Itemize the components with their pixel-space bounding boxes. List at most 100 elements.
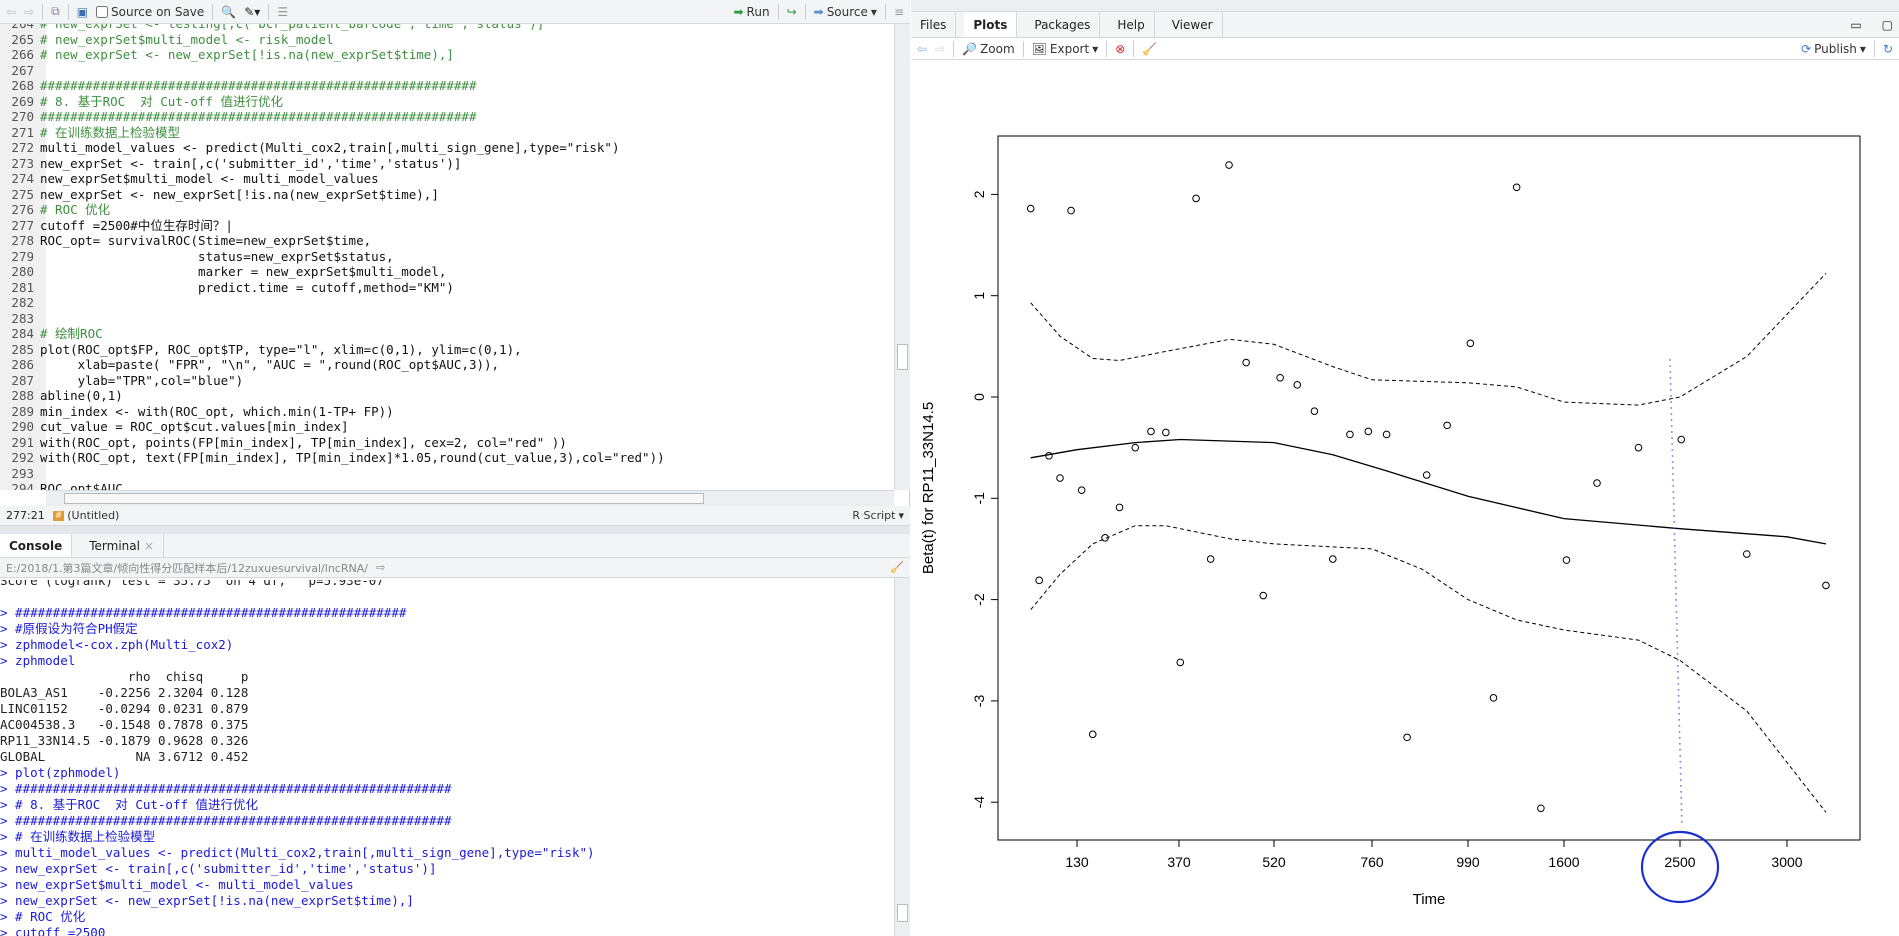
code-text: # ROC 优化 xyxy=(40,202,111,217)
code-line[interactable]: 288 abline(0,1) xyxy=(0,388,122,404)
minimize-icon[interactable]: ▭ xyxy=(1844,18,1867,32)
code-line[interactable]: 273 new_exprSet <- train[,c('submitter_id… xyxy=(0,156,461,172)
document-outline-icon[interactable]: ≡ xyxy=(894,5,904,19)
files-plots-tabs: Files Plots Packages Help Viewer ▭ ▢ xyxy=(911,12,1899,38)
chevron-down-icon: ▾ xyxy=(870,4,877,19)
code-line[interactable]: 291 with(ROC_opt, points(FP[min_index], T… xyxy=(0,435,566,451)
code-line[interactable]: 292 with(ROC_opt, text(FP[min_index], TP[… xyxy=(0,450,664,466)
code-line[interactable]: 294 ROC_opt$AUC xyxy=(0,481,123,490)
code-text: marker = new_exprSet$multi_model, xyxy=(40,264,447,279)
code-line[interactable]: 266 # new_exprSet <- new_exprSet[!is.na(n… xyxy=(0,47,454,63)
code-line[interactable]: 287 ylab="TPR",col="blue") xyxy=(0,373,243,389)
remove-plot-icon[interactable]: ⊗ xyxy=(1115,42,1125,56)
tab-viewer[interactable]: Viewer xyxy=(1163,12,1223,37)
code-editor[interactable]: 264# new_exprSet <- testing[,c('bcr_pati… xyxy=(0,24,894,490)
code-line[interactable]: 290 cut_value = ROC_opt$cut.values[min_in… xyxy=(0,419,348,435)
data-point xyxy=(1242,358,1250,367)
scope-selector[interactable]: # (Untitled) xyxy=(52,509,119,522)
data-point xyxy=(1276,373,1284,382)
data-point xyxy=(1147,427,1155,436)
code-line[interactable]: 269 # 8. 基于ROC 对 Cut-off 值进行优化 xyxy=(0,94,283,110)
next-plot-icon[interactable]: ⇨ xyxy=(935,42,945,56)
source-button[interactable]: ➡ Source ▾ xyxy=(814,5,877,19)
console-scrollbar[interactable] xyxy=(894,578,910,936)
line-number: 279 xyxy=(11,248,34,264)
code-line[interactable]: 274 new_exprSet$multi_model <- multi_mode… xyxy=(0,171,378,187)
outline-icon[interactable]: ☰ xyxy=(277,5,288,19)
save-icon[interactable]: ▣ xyxy=(77,5,88,19)
back-icon[interactable]: ⇦ xyxy=(6,5,16,19)
tab-console[interactable]: Console xyxy=(0,534,73,557)
editor-hscrollbar[interactable] xyxy=(46,490,894,506)
code-line[interactable]: 270 #####################################… xyxy=(0,109,476,125)
line-number: 268 xyxy=(11,78,34,93)
code-text: new_exprSet <- train[,c('submitter_id','… xyxy=(40,155,462,171)
code-line[interactable]: 265 # new_exprSet$multi_model <- risk_mod… xyxy=(0,32,333,48)
search-icon[interactable]: 🔍 xyxy=(221,5,236,19)
code-line[interactable]: 285 plot(ROC_opt$FP, ROC_opt$TP, type="l"… xyxy=(0,342,521,358)
code-line[interactable]: 267 xyxy=(0,63,40,79)
code-line[interactable]: 278 ROC_opt= survivalROC(Stime=new_exprSe… xyxy=(0,233,371,249)
code-text: new_exprSet <- new_exprSet[!is.na(new_ex… xyxy=(40,186,439,202)
forward-icon[interactable]: ⇨ xyxy=(24,5,34,19)
console-output-line: GLOBAL NA 3.6712 0.452 xyxy=(0,749,249,764)
console-command: > ######################################… xyxy=(0,605,407,620)
line-number: 270 xyxy=(11,109,34,124)
code-line[interactable]: 293 xyxy=(0,466,40,482)
previous-plot-icon[interactable]: ⇦ xyxy=(917,42,927,56)
code-line[interactable]: 277 cutoff =2500#中位生存时间？| xyxy=(0,217,232,234)
code-line[interactable]: 275 new_exprSet <- new_exprSet[!is.na(new… xyxy=(0,186,439,203)
code-line[interactable]: 283 xyxy=(0,311,40,327)
magic-wand-icon[interactable]: ✎▾ xyxy=(244,5,260,19)
code-line[interactable]: 268 #####################################… xyxy=(0,78,477,94)
data-point xyxy=(1677,435,1686,444)
tab-help[interactable]: Help xyxy=(1108,12,1155,37)
source-on-save-checkbox[interactable]: Source on Save xyxy=(96,5,204,19)
y-tick-label: 2 xyxy=(971,190,987,198)
code-line[interactable]: 284 # 绘制ROC xyxy=(0,326,102,342)
console-command: > zphmodel xyxy=(0,653,76,668)
close-icon[interactable]: × xyxy=(144,539,154,553)
clear-all-icon[interactable]: 🧹 xyxy=(1142,42,1157,56)
line-number: 293 xyxy=(11,465,34,481)
line-number: 277 xyxy=(11,217,34,233)
code-line[interactable]: 272 multi_model_values <- predict(Multi_c… xyxy=(0,140,619,156)
publish-button[interactable]: ⟳ Publish ▾ xyxy=(1801,42,1866,56)
console-output-line: rho chisq p xyxy=(0,669,249,684)
code-line[interactable]: 280 marker = new_exprSet$multi_model, xyxy=(0,264,446,280)
tab-plots[interactable]: Plots xyxy=(964,12,1018,37)
rerun-icon[interactable]: ↪ xyxy=(787,5,797,19)
file-type-selector[interactable]: R Script ▾ xyxy=(852,509,904,522)
tab-terminal[interactable]: Terminal × xyxy=(80,534,165,557)
source-icon: ➡ xyxy=(813,4,824,19)
goto-directory-icon[interactable]: ⇨ xyxy=(376,561,385,574)
data-point xyxy=(1192,194,1200,203)
console-output[interactable]: Score (logrank) test = 35.75 on 4 df, p=… xyxy=(0,580,894,936)
tab-packages[interactable]: Packages xyxy=(1025,12,1101,37)
publish-icon: ⟳ xyxy=(1801,41,1812,56)
data-point xyxy=(1512,183,1521,192)
code-line[interactable]: 289 min_index <- with(ROC_opt, which.min(… xyxy=(0,404,393,420)
code-line[interactable]: 281 predict.time = cutoff,method="KM") xyxy=(0,280,454,296)
refresh-icon[interactable]: ↻ xyxy=(1883,42,1893,56)
export-button[interactable]: 🖼 Export ▾ xyxy=(1032,42,1099,56)
editor-toolbar: ⇦ ⇨ ⧉ ▣ Source on Save 🔍 ✎▾ ☰ ➡ Run ↪ ➡ So… xyxy=(0,0,910,24)
code-line[interactable]: 279 status=new_exprSet$status, xyxy=(0,248,393,265)
show-in-window-icon[interactable]: ⧉ xyxy=(51,4,60,19)
run-button[interactable]: ➡ Run xyxy=(733,5,769,19)
maximize-icon[interactable]: ▢ xyxy=(1876,18,1899,32)
clear-console-icon[interactable]: 🧹 xyxy=(890,561,904,574)
data-point xyxy=(1443,421,1451,430)
code-line[interactable]: 286 xlab=paste( "FPR", "\n", "AUC = ",ro… xyxy=(0,357,499,373)
code-text: ROC_opt$AUC xyxy=(40,481,123,490)
line-number: 283 xyxy=(11,310,34,326)
code-text: ########################################… xyxy=(40,78,477,93)
code-line[interactable]: 276 # ROC 优化 xyxy=(0,202,110,218)
code-line[interactable]: 271 # 在训练数据上检验模型 xyxy=(0,125,180,141)
line-number: 274 xyxy=(11,171,34,186)
tab-files[interactable]: Files xyxy=(911,12,957,37)
editor-scrollbar[interactable] xyxy=(894,24,910,490)
zoom-button[interactable]: 🔎 Zoom xyxy=(962,42,1015,56)
data-point xyxy=(1056,474,1064,482)
code-line[interactable]: 282 xyxy=(0,295,40,311)
